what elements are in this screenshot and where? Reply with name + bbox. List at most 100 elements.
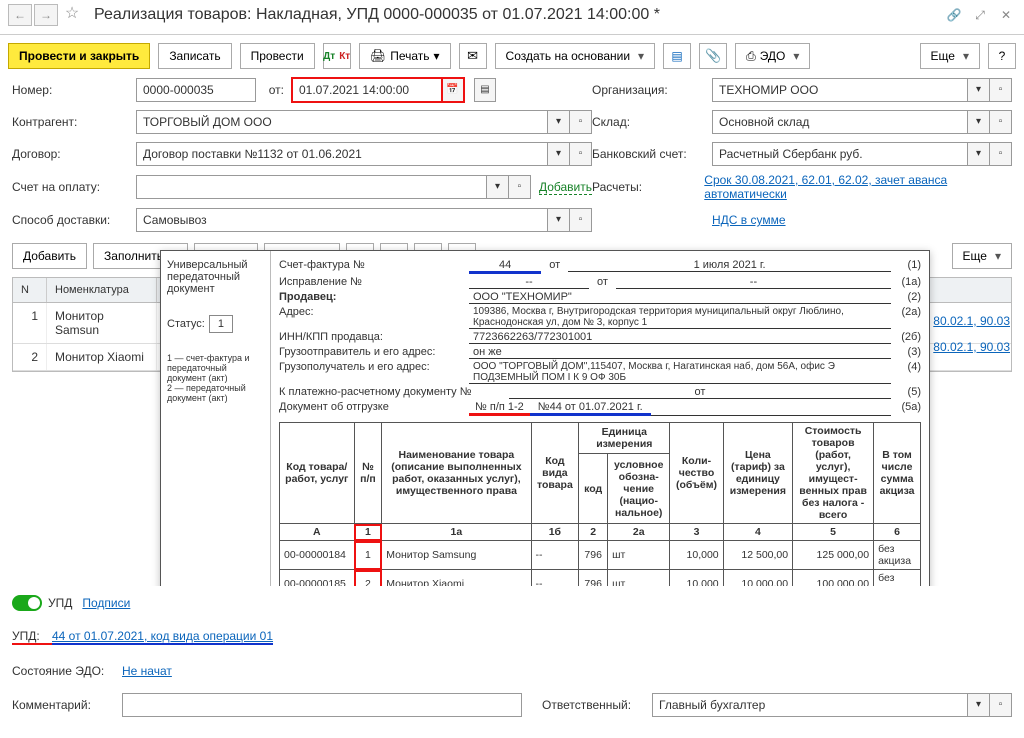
edo-state-link[interactable]: Не начат [122, 664, 172, 678]
report-button[interactable]: ▤ [663, 43, 691, 69]
number-label: Номер: [12, 83, 136, 97]
upd-side-title: Универсальный передаточный документ [167, 259, 264, 295]
post-button[interactable]: Провести [240, 43, 315, 69]
clip-icon [705, 48, 721, 64]
comment-input[interactable] [122, 693, 522, 717]
help-button[interactable]: ? [988, 43, 1016, 69]
date-label: от: [256, 83, 292, 97]
nav-forward-icon[interactable]: → [34, 4, 58, 26]
dropdown-icon[interactable]: ▾ [968, 110, 990, 134]
dropdown-icon[interactable]: ▾ [487, 175, 509, 199]
shipper-label: Грузоотправитель и его адрес: [279, 346, 469, 358]
printer-icon [370, 48, 387, 64]
status-note: 1 — счет-фактура и передаточный документ… [167, 353, 264, 403]
contractor-input[interactable]: ТОРГОВЫЙ ДОМ ООО [136, 110, 548, 134]
date-input[interactable]: 01.07.2021 14:00:00 [292, 78, 442, 102]
responsible-input[interactable]: Главный бухгалтер [652, 693, 968, 717]
number-input[interactable]: 0000-000035 [136, 78, 256, 102]
mail-button[interactable] [459, 43, 487, 69]
upd-toggle-label: УПД [48, 596, 72, 610]
warehouse-input[interactable]: Основной склад [712, 110, 968, 134]
responsible-label: Ответственный: [542, 698, 652, 712]
form-area: Номер: 0000-000035 от: 01.07.2021 14:00:… [0, 77, 1024, 233]
open-icon[interactable]: ▫ [509, 175, 531, 199]
dropdown-icon[interactable]: ▾ [968, 78, 990, 102]
comment-label: Комментарий: [12, 698, 122, 712]
mail-icon [467, 48, 478, 64]
upd-label: УПД: [12, 629, 52, 645]
open-icon[interactable]: ▫ [570, 110, 592, 134]
detach-icon[interactable]: ⤢ [970, 5, 990, 25]
upd-link[interactable]: 44 от 01.07.2021, код вида операции 01 [52, 629, 273, 645]
link-icon[interactable]: 🔗 [944, 5, 964, 25]
bank-label: Банковский счет: [592, 147, 712, 161]
invoice-row: 00-000001841Монитор Samsung--796шт10,000… [280, 541, 921, 570]
document-icon[interactable]: ▤ [474, 78, 496, 102]
edo-state-label: Состояние ЭДО: [12, 664, 122, 678]
seller-label: Продавец: [279, 291, 469, 303]
add-row-button[interactable]: Добавить [12, 243, 87, 269]
add-link[interactable]: Добавить [539, 180, 592, 195]
signatures-link[interactable]: Подписи [82, 596, 130, 610]
dtkt-icon[interactable]: ДтКт [323, 43, 351, 69]
dropdown-icon[interactable]: ▾ [548, 208, 570, 232]
edo-button[interactable]: ⎙ ЭДО [735, 43, 810, 69]
footer: УПД Подписи УПД: 44 от 01.07.2021, код в… [0, 586, 1024, 738]
vat-link[interactable]: НДС в сумме [712, 213, 786, 227]
nav-back-icon[interactable]: ← [8, 4, 32, 26]
th-n: N [13, 278, 47, 302]
ship-doc-date: №44 от 01.07.2021 г. [530, 401, 651, 416]
correction-label: Исправление № [279, 276, 469, 288]
inn-label: ИНН/КПП продавца: [279, 331, 469, 343]
ship-doc-n: № п/п 1-2 [469, 401, 530, 416]
org-label: Организация: [592, 83, 712, 97]
open-icon[interactable]: ▫ [570, 142, 592, 166]
more-button[interactable]: Еще [920, 43, 980, 69]
delivery-label: Способ доставки: [12, 213, 136, 227]
th-nomenclature: Номенклатура [47, 278, 157, 302]
status-label: Статус: [167, 318, 205, 330]
contractor-label: Контрагент: [12, 115, 136, 129]
edo-icon: ⎙ [746, 49, 756, 64]
dropdown-icon[interactable]: ▾ [548, 110, 570, 134]
sf-date: 1 июля 2021 г. [568, 259, 891, 272]
print-button[interactable]: Печать ▾ [359, 43, 451, 69]
dropdown-icon[interactable]: ▾ [968, 693, 990, 717]
contract-label: Договор: [12, 147, 136, 161]
close-icon[interactable]: ✕ [996, 5, 1016, 25]
ship-doc-label: Документ об отгрузке [279, 401, 469, 413]
open-icon[interactable]: ▫ [990, 78, 1012, 102]
more-rows-button[interactable]: Еще [952, 243, 1012, 269]
sf-label: Счет-фактура № [279, 259, 469, 271]
window-title: Реализация товаров: Накладная, УПД 0000-… [94, 6, 660, 24]
post-and-close-button[interactable]: Провести и закрыть [8, 43, 150, 69]
open-icon[interactable]: ▫ [990, 110, 1012, 134]
open-icon[interactable]: ▫ [990, 142, 1012, 166]
calendar-icon[interactable]: 📅 [442, 78, 464, 102]
bank-input[interactable]: Расчетный Сбербанк руб. [712, 142, 968, 166]
addr-label: Адрес: [279, 306, 469, 318]
invoice-label: Счет на оплату: [12, 180, 136, 194]
save-button[interactable]: Записать [158, 43, 231, 69]
org-input[interactable]: ТЕХНОМИР ООО [712, 78, 968, 102]
calc-link[interactable]: Срок 30.08.2021, 62.01, 62.02, зачет ава… [704, 173, 1012, 201]
invoice-input[interactable] [136, 175, 487, 199]
warehouse-label: Склад: [592, 115, 712, 129]
create-based-button[interactable]: Создать на основании [495, 43, 656, 69]
calc-label: Расчеты: [592, 180, 704, 194]
dropdown-icon[interactable]: ▾ [548, 142, 570, 166]
open-icon[interactable]: ▫ [990, 693, 1012, 717]
sf-number: 44 [469, 259, 541, 274]
open-icon[interactable]: ▫ [570, 208, 592, 232]
titlebar: ← → ☆ Реализация товаров: Накладная, УПД… [0, 0, 1024, 35]
dropdown-icon[interactable]: ▾ [968, 142, 990, 166]
upd-toggle[interactable] [12, 595, 42, 611]
payment-label: К платежно-расчетному документу № [279, 386, 509, 398]
main-toolbar: Провести и закрыть Записать Провести ДтК… [0, 35, 1024, 77]
favorite-star-icon[interactable]: ☆ [60, 4, 84, 26]
status-value: 1 [209, 315, 233, 333]
contract-input[interactable]: Договор поставки №1132 от 01.06.2021 [136, 142, 548, 166]
attach-button[interactable] [699, 43, 727, 69]
delivery-input[interactable]: Самовывоз [136, 208, 548, 232]
consignee-label: Грузополучатель и его адрес: [279, 361, 469, 373]
